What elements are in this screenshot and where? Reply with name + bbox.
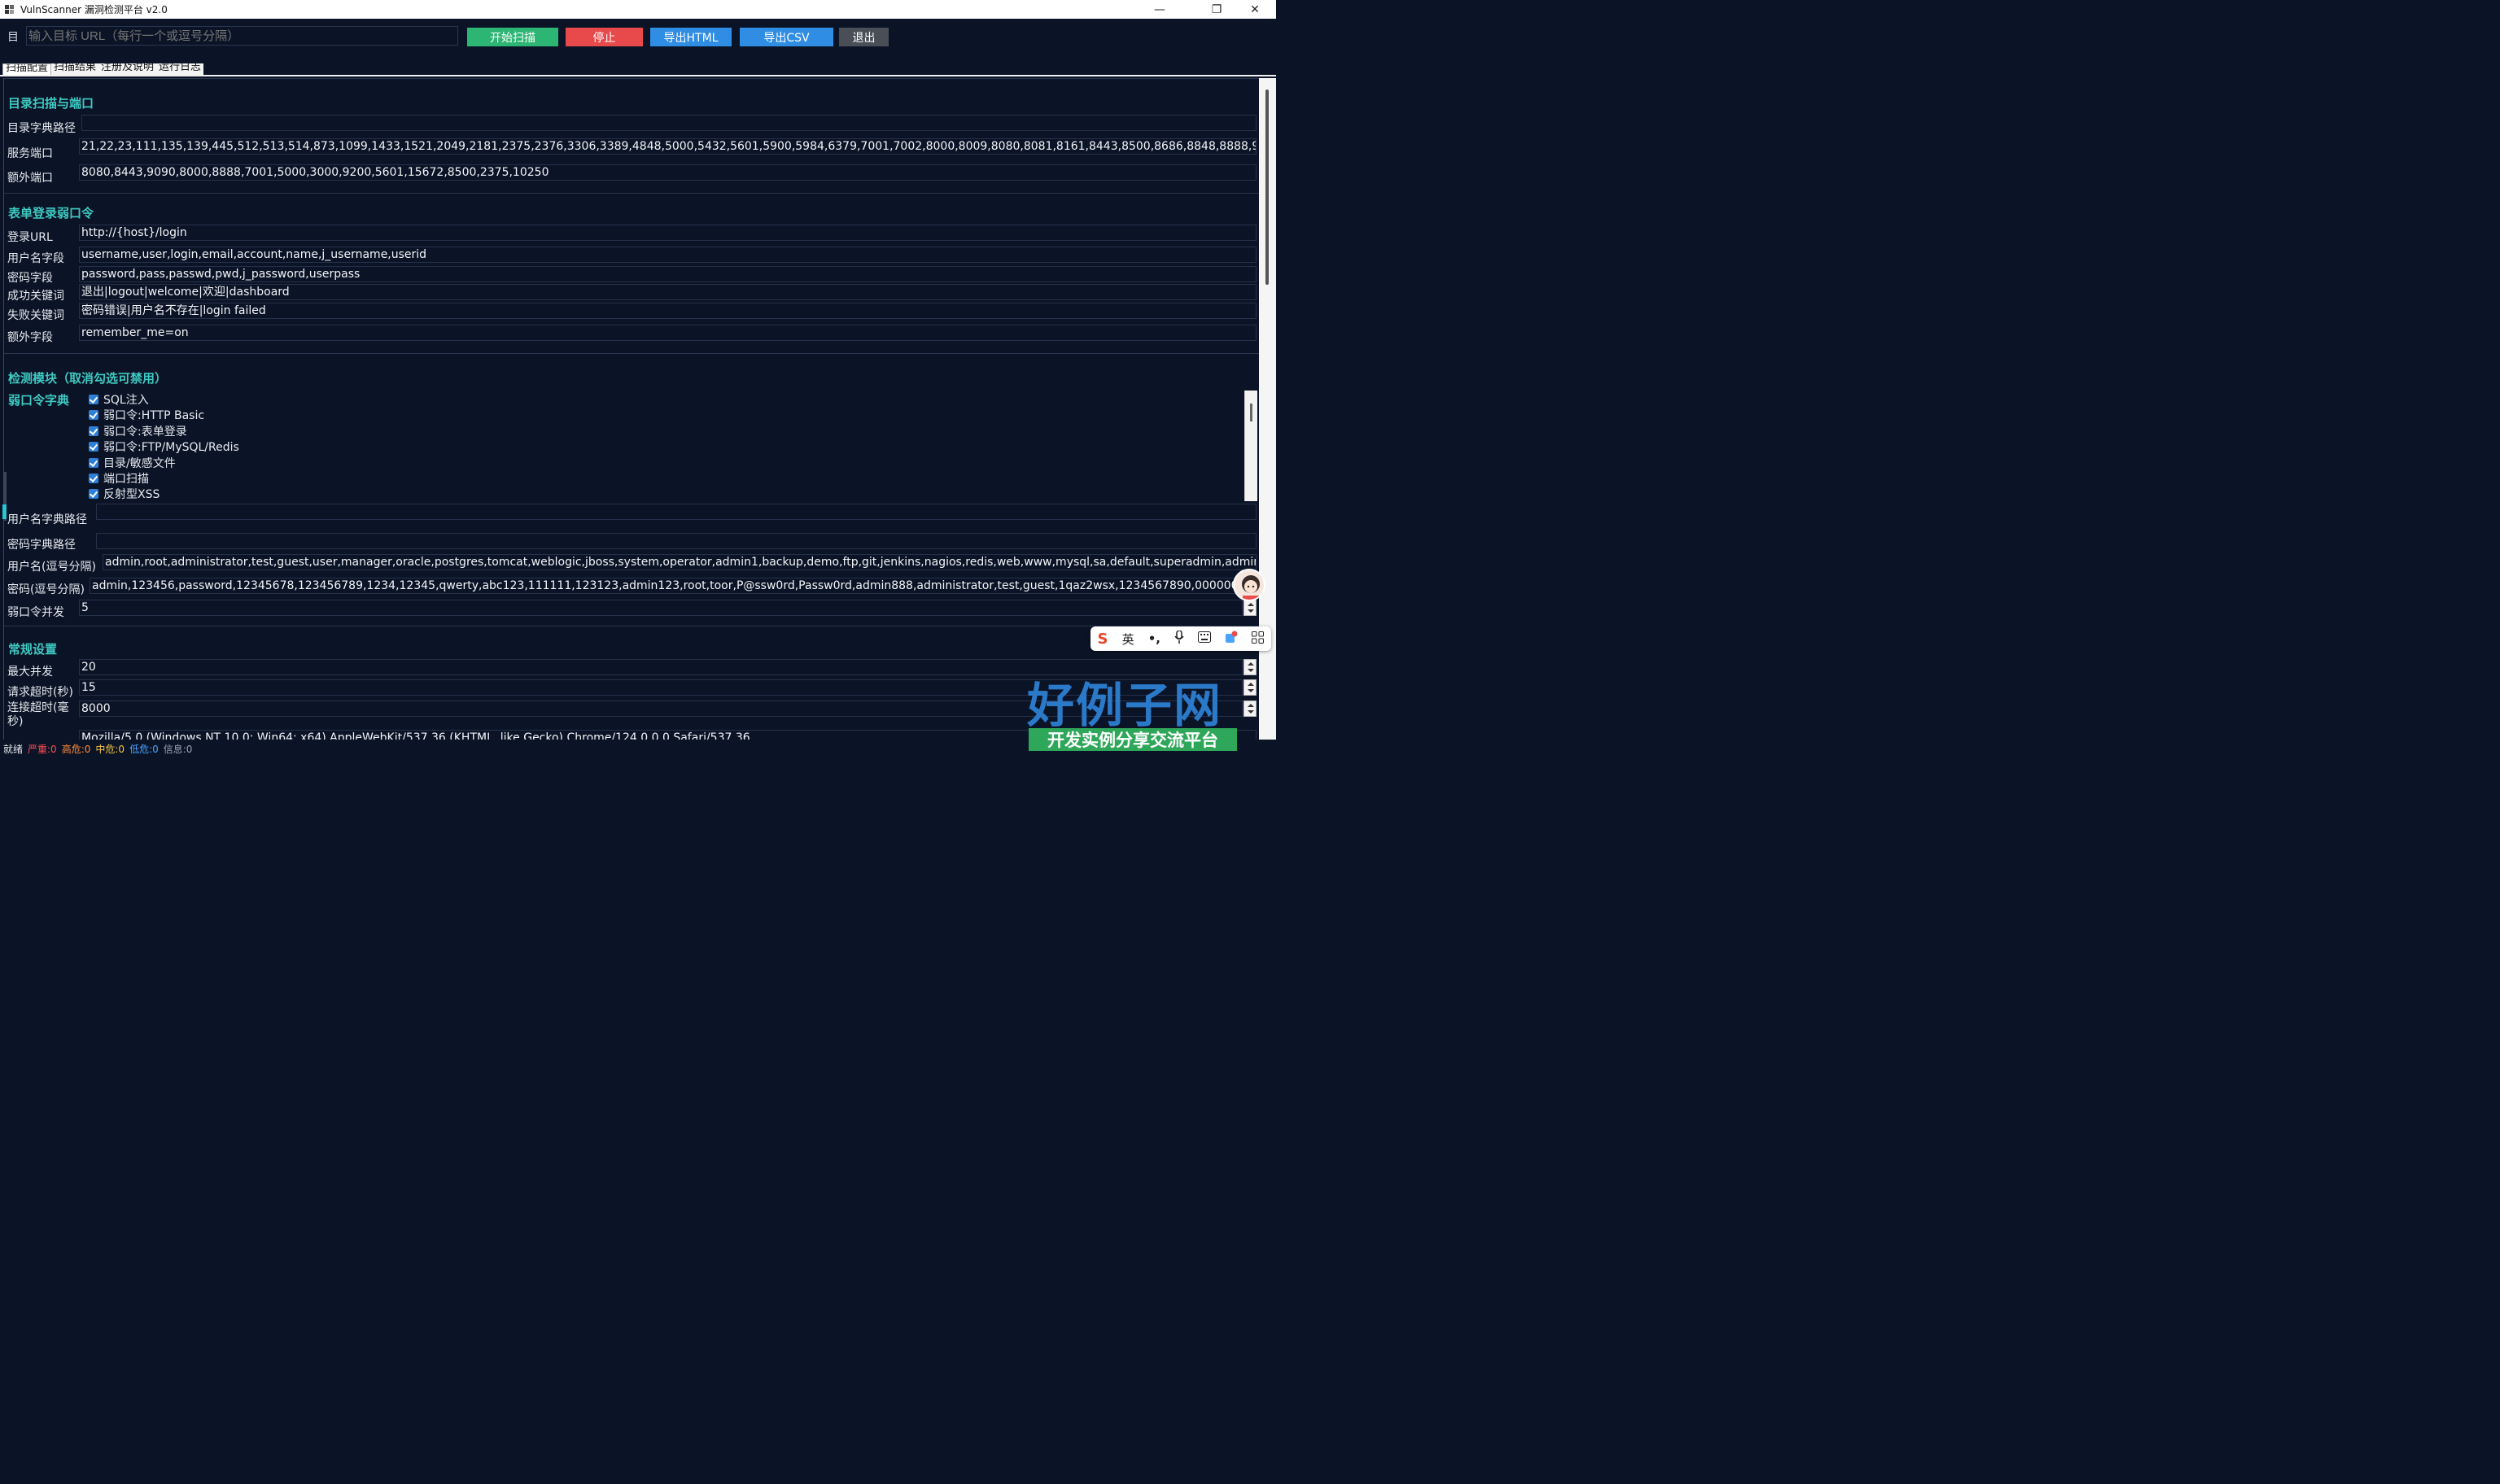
export-html-button[interactable]: 导出HTML — [650, 28, 732, 46]
dict-path-field[interactable] — [81, 115, 1257, 131]
section-title-dir: 目录扫描与端口 — [8, 96, 94, 111]
weak-concurrency-stepper[interactable] — [1243, 600, 1257, 616]
user-field-input[interactable]: username,user,login,email,account,name,j… — [79, 247, 1257, 263]
section-divider — [4, 353, 1259, 360]
minimize-icon[interactable]: — — [1141, 0, 1178, 19]
status-medium: 中危:0 — [95, 743, 125, 755]
title-bar: VulnScanner 漏洞检测平台 v2.0 — ❐ ✕ — [0, 0, 1276, 19]
request-timeout-label: 请求超时(秒) — [7, 686, 73, 699]
keyboard-icon[interactable] — [1198, 631, 1212, 646]
status-high: 高危:0 — [61, 743, 91, 755]
pass-dict-label: 密码字典路径 — [7, 539, 76, 552]
grid-icon[interactable] — [1252, 631, 1265, 647]
pass-field-input[interactable]: password,pass,passwd,pwd,j_password,user… — [79, 266, 1257, 282]
checkbox-checked-icon[interactable] — [89, 395, 98, 404]
module-item-http-basic[interactable]: 弱口令:HTTP Basic — [89, 407, 204, 423]
status-critical: 严重:0 — [28, 743, 57, 755]
ime-avatar[interactable] — [1233, 569, 1265, 601]
watermark-logo: 好例子网 — [1027, 678, 1223, 733]
module-item-dir-sensitive[interactable]: 目录/敏感文件 — [89, 455, 176, 471]
tabs: 扫描配置 扫描结果 注册及说明 运行日志 — [2, 63, 204, 75]
splitter-indicator — [2, 504, 7, 519]
request-timeout-stepper[interactable] — [1243, 679, 1257, 696]
fail-keywords-label: 失败关键词 — [7, 309, 64, 322]
checkbox-checked-icon[interactable] — [89, 442, 98, 452]
status-ready: 就绪 — [3, 743, 24, 755]
weak-dict-label: 弱口令字典 — [8, 393, 70, 408]
watermark-subtitle: 开发实例分享交流平台 — [1029, 728, 1237, 751]
window-title: VulnScanner 漏洞检测平台 v2.0 — [20, 4, 168, 15]
pass-dict-field[interactable] — [96, 533, 1257, 549]
extra-ports-label: 额外端口 — [7, 172, 53, 185]
restore-icon[interactable]: ❐ — [1198, 0, 1235, 19]
tab-scan-results[interactable]: 扫描结果 — [51, 63, 98, 75]
start-scan-button[interactable]: 开始扫描 — [467, 28, 558, 46]
section-title-general: 常规设置 — [8, 642, 58, 657]
max-concurrency-label: 最大并发 — [7, 666, 53, 679]
section-title-modules: 检测模块（取消勾选可禁用） — [8, 371, 168, 386]
connect-timeout-stepper[interactable] — [1243, 701, 1257, 717]
weak-concurrency-label: 弱口令并发 — [7, 606, 64, 619]
pass-field-label: 密码字段 — [7, 272, 53, 285]
scrollbar-thumb[interactable] — [1265, 89, 1269, 285]
ime-punct-toggle[interactable]: •, — [1148, 631, 1160, 646]
success-keywords-field[interactable]: 退出|logout|welcome|欢迎|dashboard — [79, 284, 1257, 300]
service-ports-label: 服务端口 — [7, 147, 53, 160]
tab-run-log[interactable]: 运行日志 — [156, 63, 203, 75]
weak-concurrency-input[interactable]: 5 — [79, 600, 1243, 616]
config-panel: 目录扫描与端口 目录字典路径 服务端口 21,22,23,111,135,139… — [3, 78, 1259, 740]
module-list-scrollbar[interactable] — [1244, 391, 1257, 501]
checkbox-checked-icon[interactable] — [89, 426, 98, 436]
status-info: 信息:0 — [163, 743, 193, 755]
connect-timeout-label: 连接超时(毫秒) — [7, 701, 69, 728]
status-low: 低危:0 — [129, 743, 159, 755]
close-icon[interactable]: ✕ — [1236, 0, 1274, 19]
usernames-label: 用户名(逗号分隔) — [7, 561, 96, 574]
tab-register-help[interactable]: 注册及说明 — [98, 63, 156, 75]
login-url-label: 登录URL — [7, 231, 53, 244]
mic-icon[interactable] — [1174, 630, 1184, 647]
section-divider — [4, 193, 1259, 199]
usernames-field[interactable]: admin,root,administrator,test,guest,user… — [103, 554, 1257, 570]
checkbox-checked-icon[interactable] — [89, 458, 98, 468]
section-divider — [4, 626, 1259, 632]
menu-icon[interactable]: 目 — [7, 28, 19, 45]
export-csv-button[interactable]: 导出CSV — [740, 28, 833, 46]
module-checklist: SQL注入 弱口令:HTTP Basic 弱口令:表单登录 弱口令:FTP/My… — [86, 391, 1245, 501]
user-dict-field[interactable] — [96, 504, 1257, 520]
module-item-sqli[interactable]: SQL注入 — [89, 391, 149, 408]
extra-ports-field[interactable]: 8080,8443,9090,8000,8888,7001,5000,3000,… — [79, 164, 1257, 181]
checkbox-checked-icon[interactable] — [89, 410, 98, 420]
stop-button[interactable]: 停止 — [566, 28, 643, 46]
app-icon — [5, 4, 15, 15]
section-title-form: 表单登录弱口令 — [8, 206, 94, 220]
tab-scan-config[interactable]: 扫描配置 — [2, 63, 52, 75]
module-item-port-scan[interactable]: 端口扫描 — [89, 470, 149, 487]
ime-toolbar: S 英 •, — [1090, 626, 1271, 651]
extra-field-label: 额外字段 — [7, 331, 53, 344]
exit-button[interactable]: 退出 — [839, 28, 889, 46]
success-keywords-label: 成功关键词 — [7, 290, 64, 303]
skin-icon[interactable] — [1225, 631, 1238, 647]
extra-field-input[interactable]: remember_me=on — [79, 325, 1257, 341]
service-ports-field[interactable]: 21,22,23,111,135,139,445,512,513,514,873… — [79, 138, 1257, 155]
module-item-ftp-mysql-redis[interactable]: 弱口令:FTP/MySQL/Redis — [89, 439, 239, 455]
max-concurrency-stepper[interactable] — [1243, 659, 1257, 675]
passwords-label: 密码(逗号分隔) — [7, 583, 85, 596]
checkbox-checked-icon[interactable] — [89, 489, 98, 499]
sogou-logo-icon[interactable]: S — [1098, 631, 1108, 648]
target-url-input[interactable] — [26, 26, 458, 46]
fail-keywords-field[interactable]: 密码错误|用户名不存在|login failed — [79, 303, 1257, 319]
user-dict-label: 用户名字典路径 — [7, 513, 87, 526]
module-item-form-login[interactable]: 弱口令:表单登录 — [89, 423, 187, 439]
module-item-xss[interactable]: 反射型XSS — [89, 486, 160, 502]
scrollbar-thumb[interactable] — [1250, 404, 1252, 421]
dict-path-label: 目录字典路径 — [7, 122, 76, 135]
user-field-label: 用户名字段 — [7, 252, 64, 265]
section-divider — [4, 78, 1259, 85]
login-url-field[interactable]: http://{host}/login — [79, 225, 1257, 241]
ime-lang-toggle[interactable]: 英 — [1122, 631, 1134, 648]
passwords-field[interactable]: admin,123456,password,12345678,123456789… — [90, 578, 1257, 594]
checkbox-checked-icon[interactable] — [89, 474, 98, 483]
